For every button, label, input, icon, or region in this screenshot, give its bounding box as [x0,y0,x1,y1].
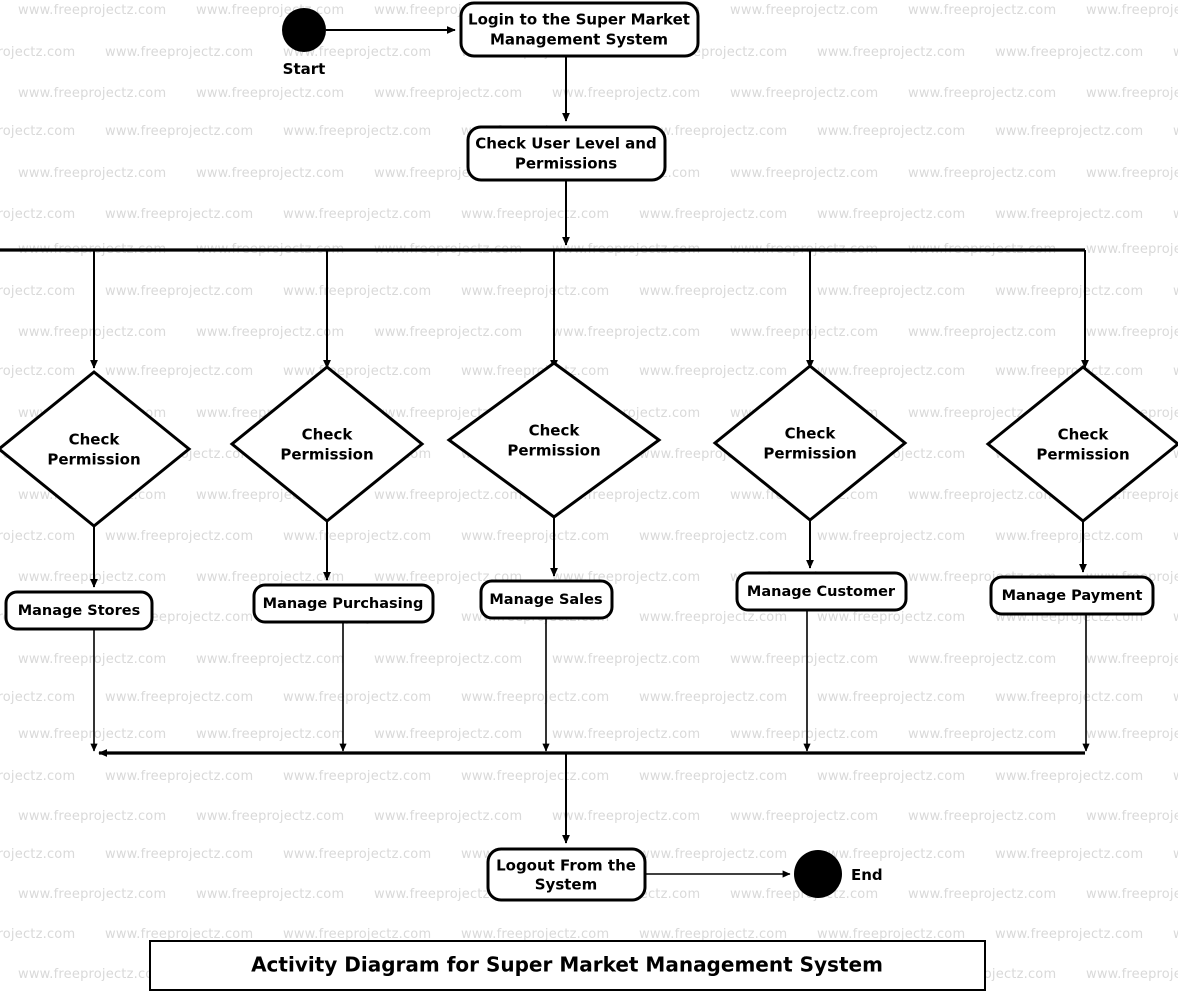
diagram-layer: Start Login to the Super Market Manageme… [0,1,1178,991]
decision-4-label-line2: Permission [763,445,856,463]
decision-diamond-4 [712,364,908,522]
decision-1-label-line2: Permission [47,451,140,469]
activity-login-label-line1: Login to the Super Market [468,11,690,29]
decision-1-label-line1: Check [69,431,121,449]
start-node-label: Start [283,60,326,78]
activity-manage-customer-label: Manage Customer [747,584,896,600]
end-node-circle [794,850,842,898]
decision-2-label-line1: Check [302,426,354,444]
decision-5-label-line1: Check [1058,426,1110,444]
activity-logout-label-line1: Logout From the [496,857,636,875]
decision-3-label-line2: Permission [507,442,600,460]
decision-diamond-5 [985,365,1178,523]
activity-check-user-label-line1: Check User Level and [475,135,656,153]
diagram-title: Activity Diagram for Super Market Manage… [251,953,883,977]
decision-diamond-1 [0,370,192,528]
decision-diamond-2 [229,365,425,523]
decision-4-label-line1: Check [785,425,837,443]
decision-5-label-line2: Permission [1036,446,1129,464]
activity-diagram-canvas: www.freeprojectz.com www.freeprojectz.com… [0,0,1178,992]
start-node-circle [282,8,326,52]
activity-manage-payment-label: Manage Payment [1002,588,1143,604]
end-node-label: End [851,866,883,884]
activity-manage-stores-label: Manage Stores [18,603,141,619]
decision-diamond-3 [446,361,662,519]
activity-manage-sales-label: Manage Sales [489,592,602,608]
activity-logout-label-line2: System [535,876,597,894]
activity-manage-purchasing-label: Manage Purchasing [263,596,424,612]
decision-3-label-line1: Check [529,422,581,440]
activity-login-label-line2: Management System [490,31,668,49]
decision-2-label-line2: Permission [280,446,373,464]
activity-check-user-label-line2: Permissions [515,155,617,173]
